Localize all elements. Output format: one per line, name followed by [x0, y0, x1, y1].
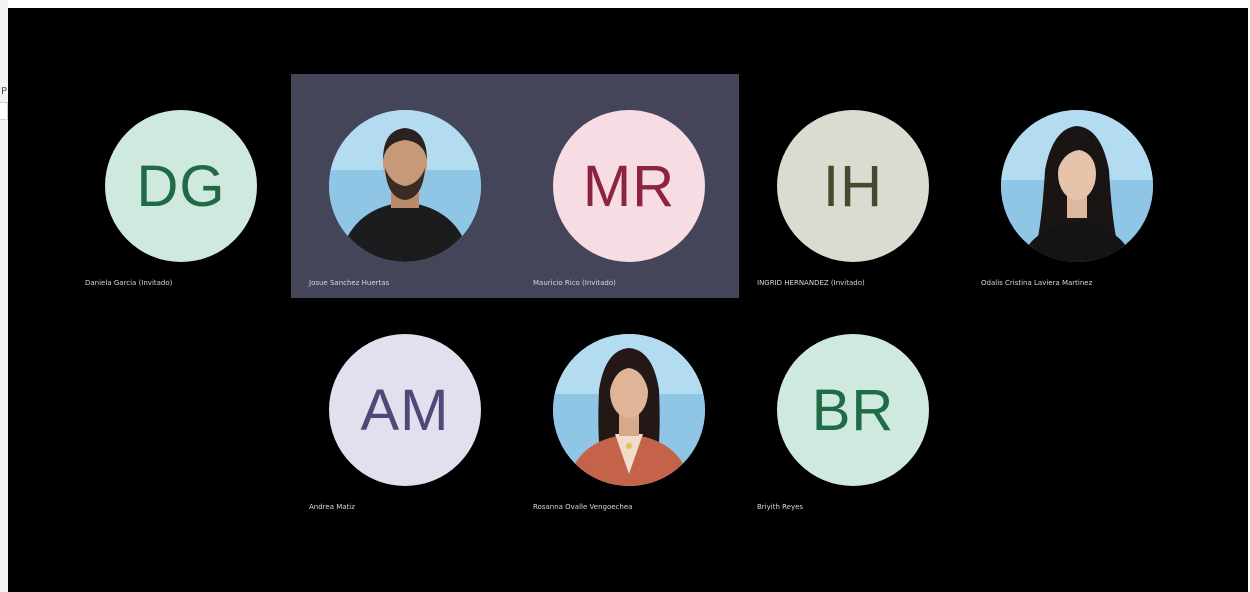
avatar-initials: AM [329, 334, 481, 486]
avatar-initials-text: AM [360, 377, 450, 443]
avatar-photo [1001, 110, 1153, 262]
left-edge-stub-text: P [1, 86, 8, 97]
person-photo-icon [1001, 110, 1153, 262]
left-edge-panel: P [0, 0, 8, 592]
avatar-initials-text: IH [823, 153, 883, 219]
participant-name: Josue Sanchez Huertas [309, 279, 390, 287]
participant-name: Odalis Cristina Laviera Martinez [981, 279, 1093, 287]
participant-tile-josue-sanchez-huertas[interactable]: Josue Sanchez Huertas [309, 74, 533, 298]
avatar-initials-text: MR [582, 153, 676, 219]
avatar-initials-text: DG [136, 153, 226, 219]
avatar-initials: IH [777, 110, 929, 262]
avatar-initials: DG [105, 110, 257, 262]
avatar-initials: BR [777, 334, 929, 486]
avatar-initials-text: BR [811, 377, 895, 443]
avatar-initials: MR [553, 110, 705, 262]
person-photo-icon [553, 334, 705, 486]
participant-tile-odalis-laviera[interactable]: Odalis Cristina Laviera Martinez [981, 74, 1205, 298]
avatar-photo [329, 110, 481, 262]
participant-tile-andrea-matiz[interactable]: AM Andrea Matiz [309, 298, 533, 522]
participant-tile-briyith-reyes[interactable]: BR Briyith Reyes [757, 298, 981, 522]
participant-name: INGRID HERNANDEZ (Invitado) [757, 279, 865, 287]
participant-tile-daniela-garcia[interactable]: DG Daniela Garcia (Invitado) [85, 74, 309, 298]
participant-name: Mauricio Rico (Invitado) [533, 279, 616, 287]
meeting-gallery: DG Daniela Garcia (Invitado) Josue Sanch… [8, 8, 1248, 592]
participant-name: Daniela Garcia (Invitado) [85, 279, 173, 287]
participant-name: Andrea Matiz [309, 503, 355, 511]
person-photo-icon [329, 110, 481, 262]
participant-tile-mauricio-rico[interactable]: MR Mauricio Rico (Invitado) [533, 74, 757, 298]
participant-tile-ingrid-hernandez[interactable]: IH INGRID HERNANDEZ (Invitado) [757, 74, 981, 298]
participant-name: Briyith Reyes [757, 503, 804, 511]
participant-name: Rosanna Ovalle Vengoechea [533, 503, 633, 511]
avatar-photo [553, 334, 705, 486]
participant-tile-rosanna-ovalle[interactable]: Rosanna Ovalle Vengoechea [533, 298, 757, 522]
left-edge-stub-field [0, 102, 8, 120]
